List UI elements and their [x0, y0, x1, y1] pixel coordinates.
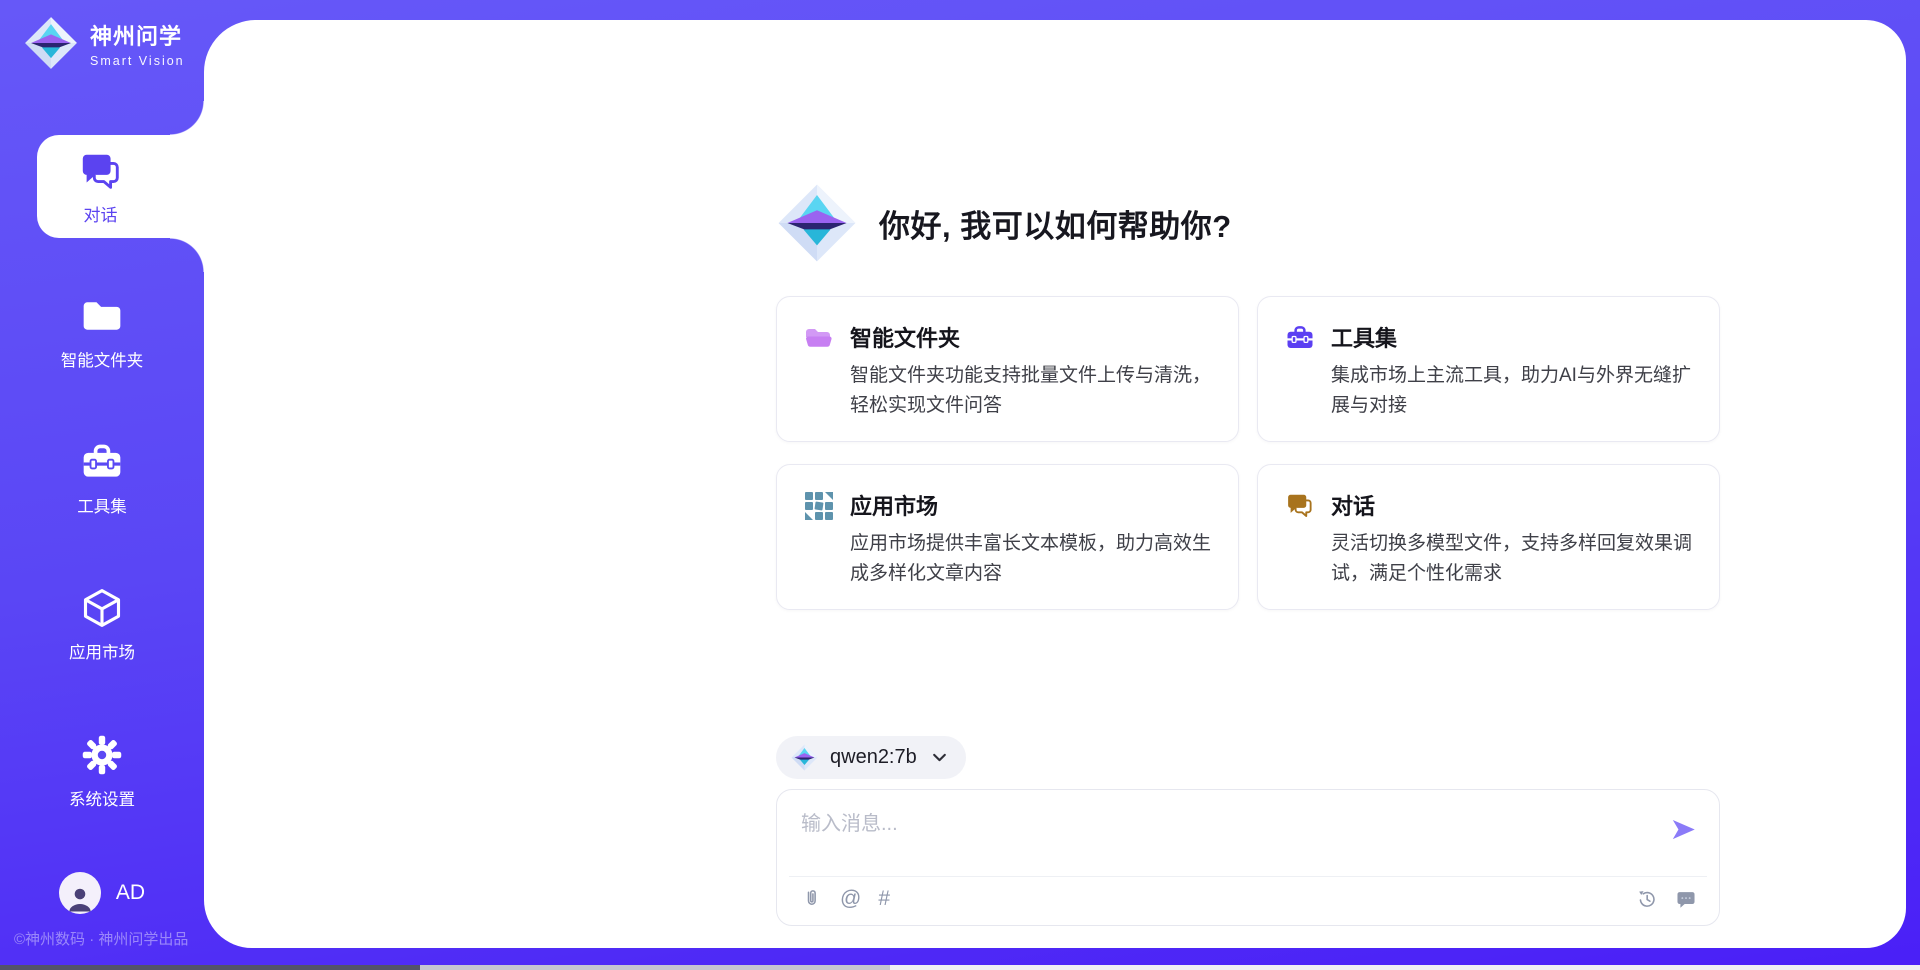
card-smart-folder[interactable]: 智能文件夹 智能文件夹功能支持批量文件上传与清洗，轻松实现文件问答	[776, 296, 1239, 442]
sidebar-item-label: 系统设置	[69, 786, 135, 810]
attach-file-button[interactable]	[801, 888, 823, 910]
paperclip-icon	[801, 888, 823, 910]
user-name: AD	[116, 881, 145, 905]
gear-icon	[80, 733, 124, 777]
brand-subtitle: Smart Vision	[90, 54, 185, 68]
card-description: 灵活切换多模型文件，支持多样回复效果调试，满足个性化需求	[1331, 529, 1692, 589]
sidebar-item-label: 智能文件夹	[61, 347, 144, 371]
card-title: 对话	[1331, 489, 1692, 521]
greeting: 你好, 我可以如何帮助你?	[777, 183, 1232, 263]
model-name: qwen2:7b	[830, 746, 917, 769]
conversation-button[interactable]	[1675, 888, 1697, 910]
card-chat[interactable]: 对话 灵活切换多模型文件，支持多样回复效果调试，满足个性化需求	[1257, 464, 1720, 610]
message-input[interactable]	[801, 807, 1661, 867]
cube-icon	[80, 586, 124, 630]
greeting-text: 你好, 我可以如何帮助你?	[879, 201, 1232, 246]
diamond-logo-icon	[777, 183, 857, 263]
card-description: 应用市场提供丰富长文本模板，助力高效生成多样化文章内容	[850, 529, 1211, 589]
chat-icon	[1285, 491, 1315, 521]
chat-bubble-icon	[1675, 888, 1697, 910]
horizontal-scrollbar[interactable]	[0, 965, 1920, 970]
sidebar-item-label: 工具集	[77, 493, 127, 517]
send-icon	[1670, 816, 1697, 843]
grid-icon	[804, 491, 834, 521]
history-icon	[1636, 888, 1658, 910]
folder-icon	[80, 294, 124, 338]
hash-icon: #	[878, 888, 890, 910]
sidebar-item-toolset[interactable]: 工具集	[0, 440, 204, 517]
hashtag-button[interactable]: #	[878, 888, 890, 910]
sidebar-item-app-market[interactable]: 应用市场	[0, 586, 204, 663]
brand-name: 神州问学	[90, 19, 185, 51]
card-description: 智能文件夹功能支持批量文件上传与清洗，轻松实现文件问答	[850, 361, 1211, 421]
briefcase-icon	[80, 440, 124, 484]
diamond-logo-icon	[791, 744, 818, 771]
brand: 神州问学 Smart Vision	[24, 16, 185, 70]
history-button[interactable]	[1636, 888, 1658, 910]
briefcase-icon	[1285, 323, 1315, 353]
person-icon	[65, 884, 95, 914]
model-selector[interactable]: qwen2:7b	[776, 736, 966, 779]
sidebar-item-label: 应用市场	[69, 639, 135, 663]
main-panel: 你好, 我可以如何帮助你? 智能文件夹 智能文件夹功能支持批量文件上传与清洗，轻…	[204, 20, 1906, 948]
user-row[interactable]: AD	[0, 872, 204, 914]
folder-open-icon	[804, 323, 834, 353]
card-description: 集成市场上主流工具，助力AI与外界无缝扩展与对接	[1331, 361, 1692, 421]
composer-tools-left: @ #	[801, 888, 890, 910]
card-title: 工具集	[1331, 321, 1692, 353]
copyright-text: ©神州数码 · 神州问学出品	[14, 928, 188, 949]
composer-divider	[789, 876, 1707, 877]
at-icon: @	[840, 888, 861, 910]
card-app-market[interactable]: 应用市场 应用市场提供丰富长文本模板，助力高效生成多样化文章内容	[776, 464, 1239, 610]
sidebar-item-chat[interactable]: 对话	[37, 135, 204, 238]
feature-cards: 智能文件夹 智能文件夹功能支持批量文件上传与清洗，轻松实现文件问答 工具集 集成…	[776, 296, 1720, 610]
composer-tools-right	[1636, 888, 1697, 910]
card-title: 应用市场	[850, 489, 1211, 521]
message-composer: @ #	[776, 789, 1720, 926]
sidebar-item-settings[interactable]: 系统设置	[0, 733, 204, 810]
card-title: 智能文件夹	[850, 321, 1211, 353]
mention-button[interactable]: @	[840, 888, 861, 910]
card-toolset[interactable]: 工具集 集成市场上主流工具，助力AI与外界无缝扩展与对接	[1257, 296, 1720, 442]
send-button[interactable]	[1670, 816, 1697, 843]
diamond-logo-icon	[24, 16, 78, 70]
sidebar-item-label: 对话	[84, 201, 118, 226]
chevron-down-icon	[931, 749, 948, 766]
sidebar-item-smart-folder[interactable]: 智能文件夹	[0, 294, 204, 371]
chat-icon	[78, 149, 124, 195]
avatar[interactable]	[59, 872, 101, 914]
